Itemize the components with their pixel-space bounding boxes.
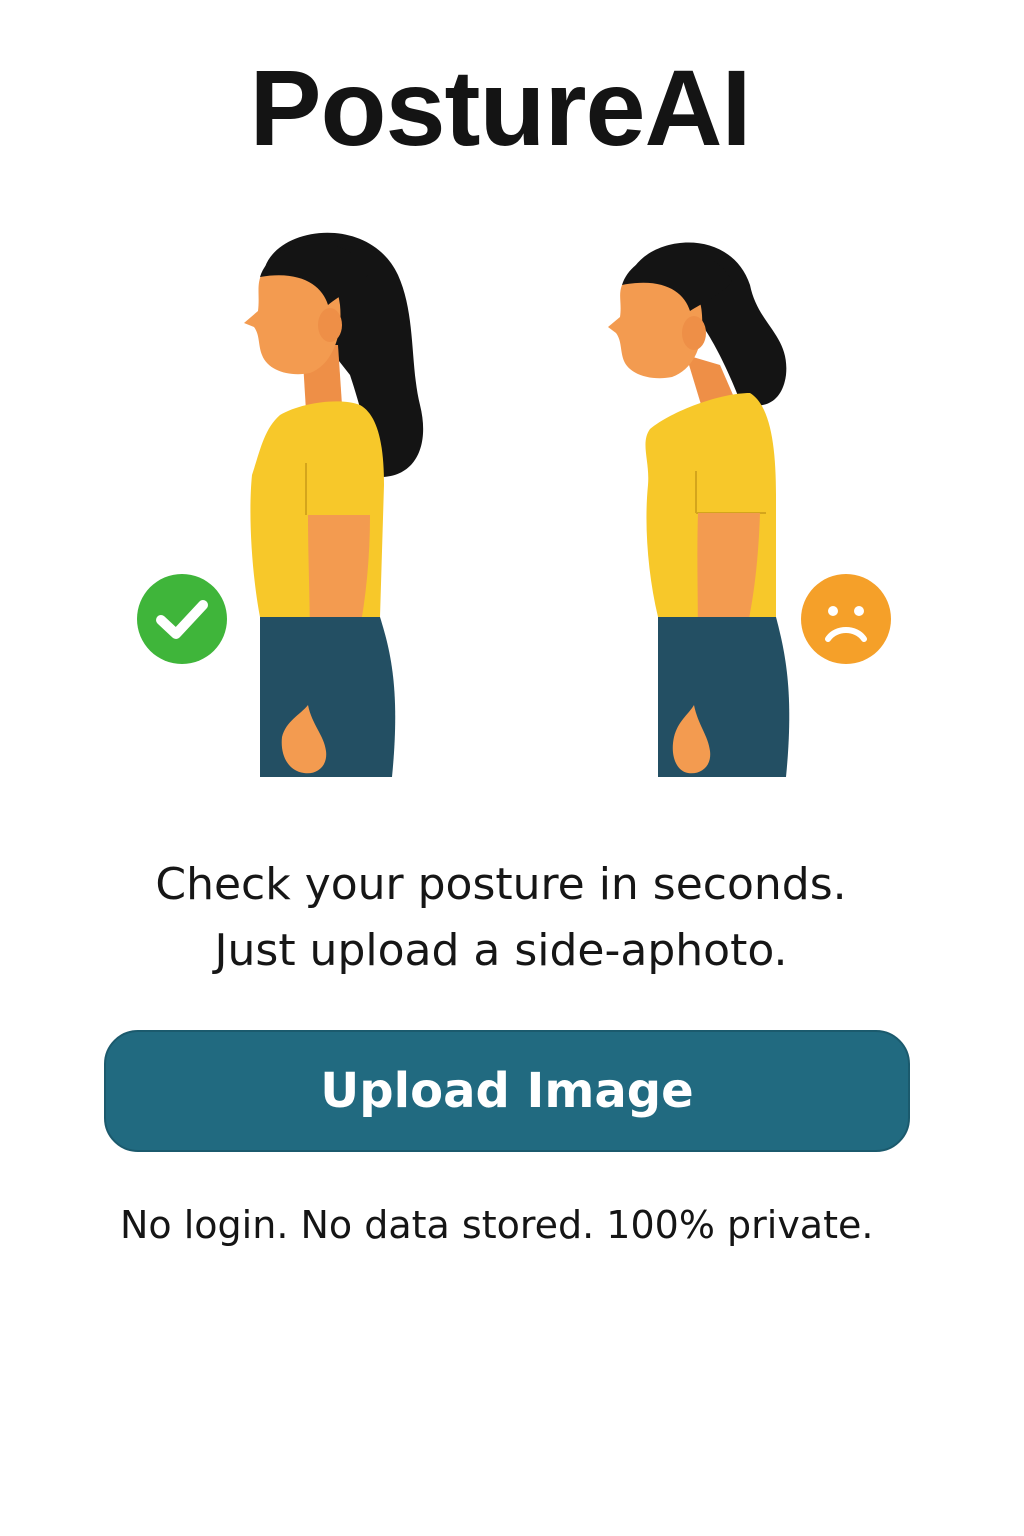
- upload-image-button[interactable]: Upload Image: [104, 1030, 910, 1152]
- bad-posture-figure: [590, 215, 850, 790]
- checkmark-icon: [137, 574, 227, 664]
- good-posture-figure: [220, 215, 480, 790]
- tagline: Check your posture in seconds. Just uplo…: [0, 852, 1002, 984]
- sad-face-icon: [801, 574, 891, 664]
- bad-posture-badge: [800, 573, 892, 665]
- tagline-line-2: Just upload a side-aphoto.: [214, 925, 788, 976]
- good-posture-badge: [136, 573, 228, 665]
- tagline-line-1: Check your posture in seconds.: [155, 859, 847, 910]
- app-title: PostureAI: [249, 47, 751, 168]
- posture-illustration: [0, 215, 1024, 790]
- privacy-note: No login. No data stored. 100% private.: [120, 1203, 874, 1247]
